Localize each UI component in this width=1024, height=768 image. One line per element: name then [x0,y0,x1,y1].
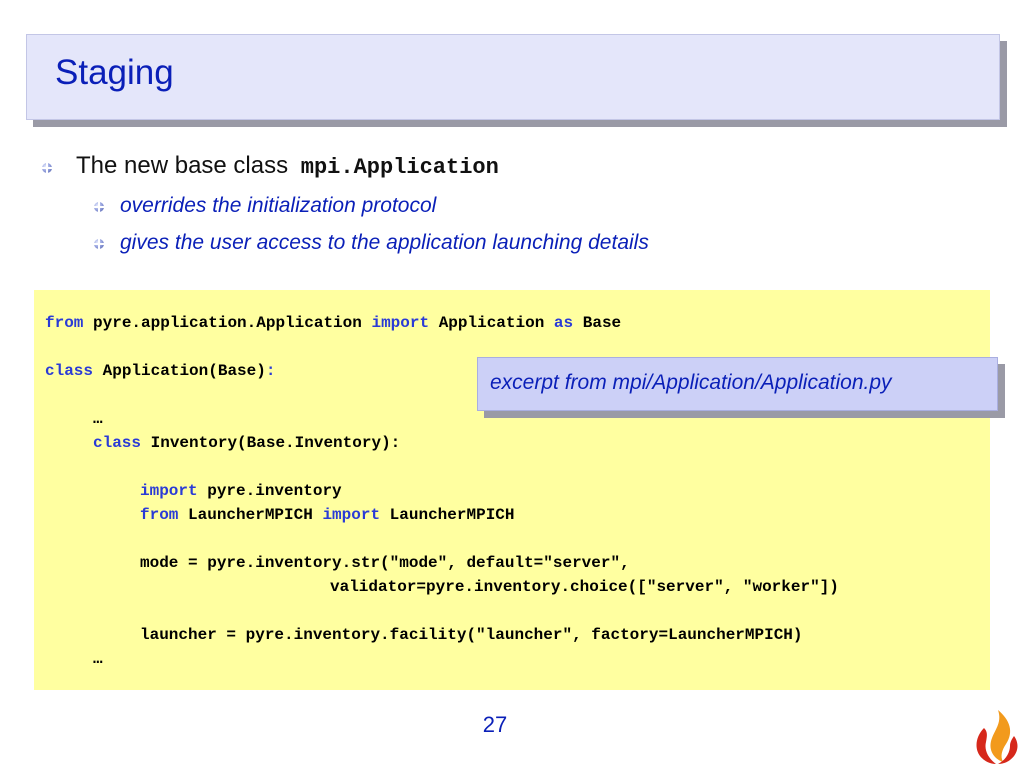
code-text: Application(Base) [102,362,266,380]
code-line-8: validator=pyre.inventory.choice(["server… [330,578,839,596]
code-text: Inventory(Base.Inventory): [150,434,401,452]
code-keyword: : [265,362,276,380]
code-line-9: launcher = pyre.inventory.facility("laun… [140,626,803,644]
globe-bullet-icon [94,239,104,249]
code-line-1: from pyre.application.Application import… [45,313,621,333]
code-line-3: … [93,410,103,428]
page-number: 27 [482,712,508,737]
code-line-4: class Inventory(Base.Inventory): [93,433,400,453]
code-keyword: import [140,482,198,500]
code-line-7: mode = pyre.inventory.str("mode", defaul… [140,554,630,572]
main-bullet-text: The new base class [76,152,289,179]
code-line-6: from LauncherMPICH import LauncherMPICH [140,505,515,525]
code-keyword: import [322,506,381,524]
code-keyword: class [45,362,94,380]
code-keyword: as [553,314,574,332]
slide-title: Staging [55,53,174,92]
flame-logo-icon [976,710,1018,764]
code-line-5: import pyre.inventory [140,481,342,501]
sub-bullet-1: overrides the initialization protocol [120,194,437,217]
globe-bullet-icon [94,202,104,212]
code-text: LauncherMPICH [389,506,515,524]
code-block: from pyre.application.Application import… [34,290,990,690]
code-text: Application [438,314,545,332]
code-text: Base [582,314,622,332]
main-bullet-code: mpi.Application [300,155,499,180]
excerpt-callout: excerpt from mpi/Application/Application… [477,357,998,411]
code-text: pyre.inventory [207,482,342,500]
code-keyword: import [371,314,430,332]
title-bar: Staging [26,34,1000,120]
sub-bullet-2: gives the user access to the application… [120,231,649,254]
main-bullet: The new base class mpi.Application [76,152,499,180]
code-line-10: … [93,650,103,668]
code-text: pyre.application.Application [93,314,362,332]
code-keyword: from [140,506,179,524]
code-line-2: class Application(Base): [45,361,275,381]
globe-bullet-icon [42,163,52,173]
code-text: LauncherMPICH [188,506,313,524]
code-keyword: class [93,434,142,452]
code-keyword: from [45,314,84,332]
excerpt-text: excerpt from mpi/Application/Application… [490,371,892,394]
